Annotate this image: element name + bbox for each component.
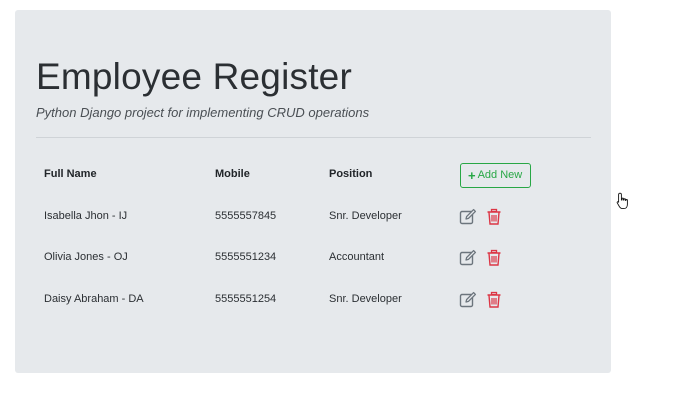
table-row: Olivia Jones - OJ 5555551234 Accountant (36, 235, 591, 276)
trash-icon[interactable] (485, 291, 503, 309)
divider (36, 137, 591, 138)
plus-icon: + (468, 168, 476, 183)
edit-icon[interactable] (459, 291, 477, 309)
cell-position: Snr. Developer (329, 210, 402, 222)
cell-mobile: 5555551254 (215, 293, 277, 305)
cell-full-name: Isabella Jhon - IJ (44, 210, 128, 222)
header-mobile: Mobile (215, 168, 250, 180)
jumbotron-panel: Employee Register Python Django project … (15, 10, 611, 373)
trash-icon[interactable] (485, 249, 503, 267)
header-full-name: Full Name (44, 168, 97, 180)
cell-full-name: Olivia Jones - OJ (44, 251, 128, 263)
cell-position: Snr. Developer (329, 293, 402, 305)
cell-full-name: Daisy Abraham - DA (44, 293, 144, 305)
table-row: Daisy Abraham - DA 5555551254 Snr. Devel… (36, 276, 591, 317)
hand-pointer-cursor-icon (616, 192, 630, 210)
add-new-label: Add New (477, 169, 523, 181)
page-title: Employee Register (36, 56, 352, 97)
table-header-row: Full Name Mobile Position + Add New (36, 153, 591, 194)
add-new-button[interactable]: + Add New (460, 163, 531, 188)
header-position: Position (329, 168, 373, 180)
edit-icon[interactable] (459, 208, 477, 226)
cell-position: Accountant (329, 251, 385, 263)
cell-mobile: 5555551234 (215, 251, 277, 263)
edit-icon[interactable] (459, 249, 477, 267)
cell-mobile: 5555557845 (215, 210, 277, 222)
page-subtitle: Python Django project for implementing C… (36, 105, 370, 120)
table-row: Isabella Jhon - IJ 5555557845 Snr. Devel… (36, 194, 591, 235)
trash-icon[interactable] (485, 208, 503, 226)
